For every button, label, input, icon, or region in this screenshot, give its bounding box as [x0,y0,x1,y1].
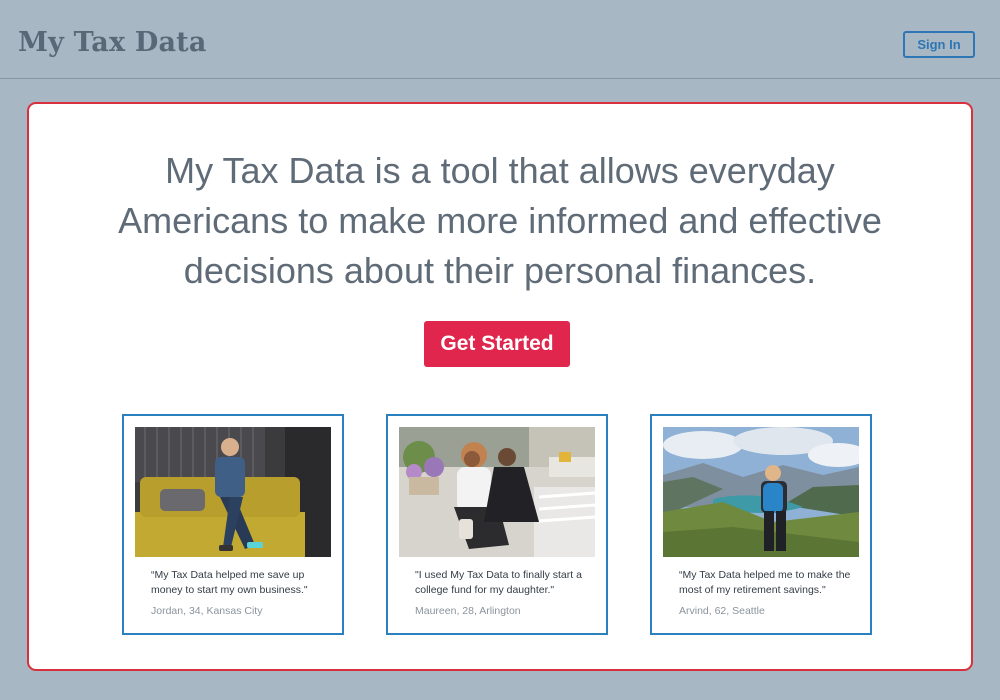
man-on-couch-photo [135,427,331,557]
site-logo[interactable]: My Tax Data [18,27,207,58]
testimonial-card-jordan: “My Tax Data helped me save up money to … [122,414,344,635]
testimonial-card-arvind: “My Tax Data helped me to make the most … [650,414,872,635]
top-bar: My Tax Data Sign In [0,0,1000,79]
testimonial-author: Maureen, 28, Arlington [415,605,521,617]
mother-daughter-photo [399,427,595,557]
testimonial-card-maureen: "I used My Tax Data to finally start a c… [386,414,608,635]
hero-panel: My Tax Data is a tool that allows everyd… [27,102,973,671]
testimonial-quote: "I used My Tax Data to finally start a c… [415,569,582,596]
testimonial-author: Jordan, 34, Kansas City [151,605,263,617]
hero-headline-line: My Tax Data is a tool that allows everyd… [165,150,835,191]
testimonial-quote: “My Tax Data helped me to make the most … [679,569,851,596]
hero-headline-line: Americans to make more informed and effe… [118,200,882,241]
hero-headline: My Tax Data is a tool that allows everyd… [29,146,971,296]
hero-headline-line: decisions about their personal finances. [183,250,817,291]
sign-in-button[interactable]: Sign In [903,31,975,58]
testimonial-quote: “My Tax Data helped me save up money to … [151,569,308,596]
hiker-mountains-photo [663,427,859,557]
testimonial-author: Arvind, 62, Seattle [679,605,765,617]
get-started-button[interactable]: Get Started [424,321,570,367]
